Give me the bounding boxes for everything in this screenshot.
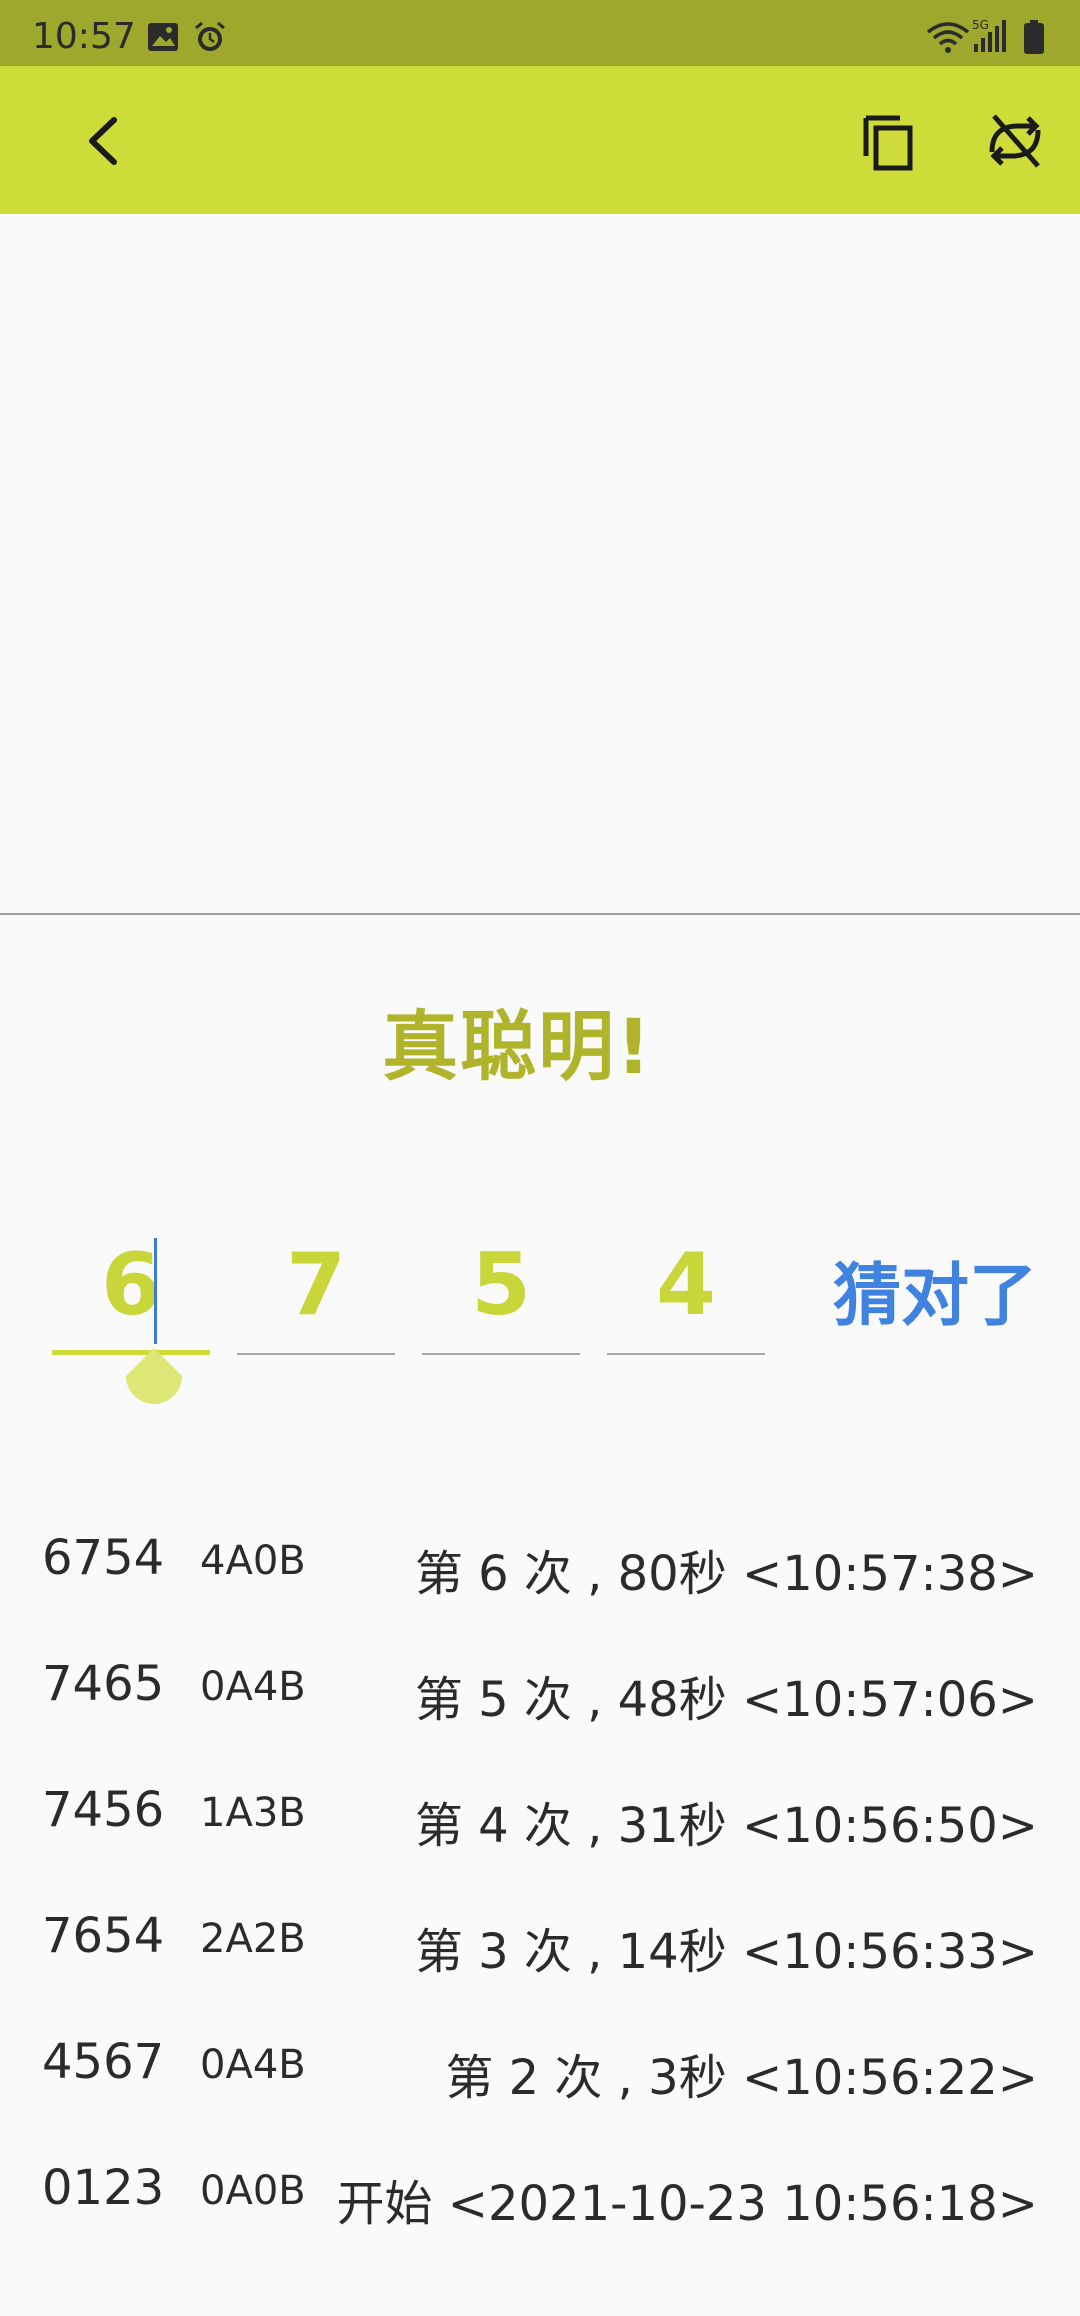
- history-result: 0A4B: [200, 2042, 306, 2088]
- history-result: 2A2B: [200, 1916, 306, 1962]
- history-guess: 7465: [42, 1656, 165, 1712]
- history-info: 开始 <2021-10-23 10:56:18>: [336, 2176, 1039, 2232]
- content-area: [0, 214, 1080, 914]
- digit-value: 6: [101, 1235, 161, 1335]
- status-time: 10:57: [32, 16, 136, 57]
- svg-text:5G: 5G: [972, 18, 989, 32]
- digit-underline: [237, 1353, 395, 1355]
- alarm-icon: [195, 21, 225, 51]
- status-bar: 10:57 5G: [0, 0, 1080, 66]
- battery-icon: [1024, 20, 1044, 54]
- history-info: 第 3 次 , 14秒 <10:56:33>: [414, 1924, 1038, 1980]
- history-info: 第 4 次 , 31秒 <10:56:50>: [414, 1798, 1038, 1854]
- history-row: 7456 1A3B 第 4 次 , 31秒 <10:56:50>: [0, 1752, 1080, 1878]
- history-guess: 6754: [42, 1530, 165, 1586]
- digit-input-4[interactable]: 4: [607, 1215, 765, 1355]
- digit-input-3[interactable]: 5: [422, 1215, 580, 1355]
- gallery-icon: [148, 23, 178, 51]
- history-result: 1A3B: [200, 1790, 306, 1836]
- wifi-icon: [926, 22, 970, 53]
- copy-icon[interactable]: [856, 106, 926, 176]
- history-info: 第 2 次 , 3秒 <10:56:22>: [445, 2050, 1038, 2106]
- history-result: 0A0B: [200, 2168, 306, 2214]
- history-info: 第 5 次 , 48秒 <10:57:06>: [414, 1672, 1038, 1728]
- history-row: 6754 4A0B 第 6 次 , 80秒 <10:57:38>: [0, 1500, 1080, 1626]
- history-list: 6754 4A0B 第 6 次 , 80秒 <10:57:38> 7465 0A…: [0, 1500, 1080, 2256]
- history-row: 0123 0A0B 开始 <2021-10-23 10:56:18>: [0, 2130, 1080, 2256]
- digit-input-1[interactable]: 6: [52, 1215, 210, 1355]
- result-message: 真聪明!: [382, 1002, 653, 1091]
- history-guess: 4567: [42, 2034, 165, 2090]
- divider: [0, 913, 1080, 915]
- history-row: 7465 0A4B 第 5 次 , 48秒 <10:57:06>: [0, 1626, 1080, 1752]
- history-result: 4A0B: [200, 1538, 306, 1584]
- history-guess: 0123: [42, 2160, 165, 2216]
- status-left-icons: [148, 21, 225, 51]
- shuffle-off-icon[interactable]: [980, 106, 1050, 176]
- back-arrow-icon[interactable]: [70, 106, 140, 176]
- digit-value: 7: [286, 1235, 346, 1335]
- 5g-signal-icon: 5G: [972, 18, 1006, 52]
- cursor-handle-icon[interactable]: [124, 1346, 184, 1410]
- digit-value: 5: [471, 1235, 531, 1335]
- status-right-icons: 5G: [926, 18, 1044, 54]
- history-guess: 7456: [42, 1782, 165, 1838]
- text-cursor: [154, 1238, 157, 1344]
- app-bar: [0, 66, 1080, 214]
- digit-value: 4: [656, 1235, 716, 1335]
- history-row: 7654 2A2B 第 3 次 , 14秒 <10:56:33>: [0, 1878, 1080, 2004]
- history-result: 0A4B: [200, 1664, 306, 1710]
- digit-input-2[interactable]: 7: [237, 1215, 395, 1355]
- history-row: 4567 0A4B 第 2 次 , 3秒 <10:56:22>: [0, 2004, 1080, 2130]
- history-info: 第 6 次 , 80秒 <10:57:38>: [414, 1546, 1038, 1602]
- history-guess: 7654: [42, 1908, 165, 1964]
- submit-button[interactable]: 猜对了: [825, 1252, 1045, 1342]
- digit-underline: [607, 1353, 765, 1355]
- digit-underline: [422, 1353, 580, 1355]
